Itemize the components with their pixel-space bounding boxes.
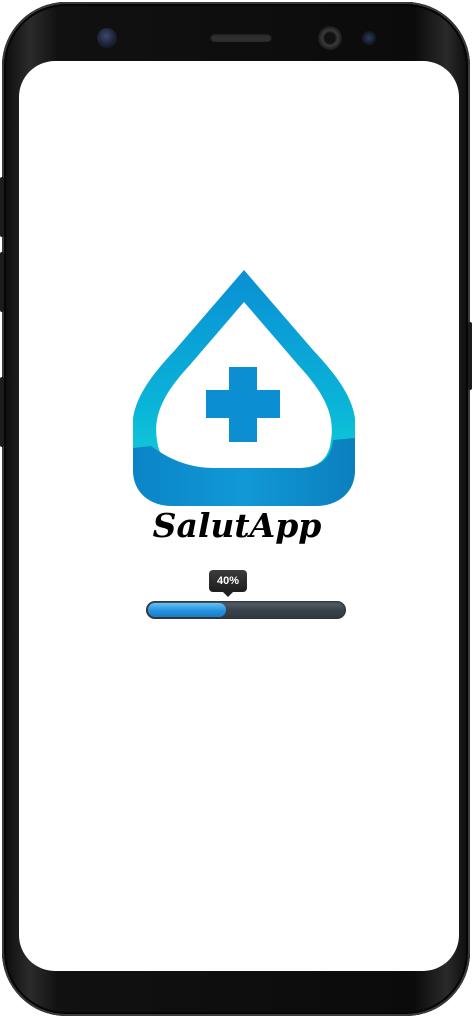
proximity-sensor-icon <box>362 31 376 45</box>
medical-drop-cross-icon <box>133 270 355 506</box>
power-button <box>468 322 472 390</box>
loading-progress: 40% <box>146 570 346 622</box>
progress-fill <box>148 603 226 617</box>
earpiece-speaker <box>210 33 272 42</box>
progress-track <box>146 601 346 619</box>
app-name: SalutApp <box>152 506 322 545</box>
volume-down-button <box>0 252 4 312</box>
iris-scanner-icon <box>97 28 117 48</box>
volume-up-button <box>0 177 4 237</box>
bixby-button <box>0 377 4 447</box>
progress-tooltip: 40% <box>209 570 247 592</box>
tooltip-arrow-icon <box>223 592 233 597</box>
front-camera-icon <box>318 26 342 50</box>
